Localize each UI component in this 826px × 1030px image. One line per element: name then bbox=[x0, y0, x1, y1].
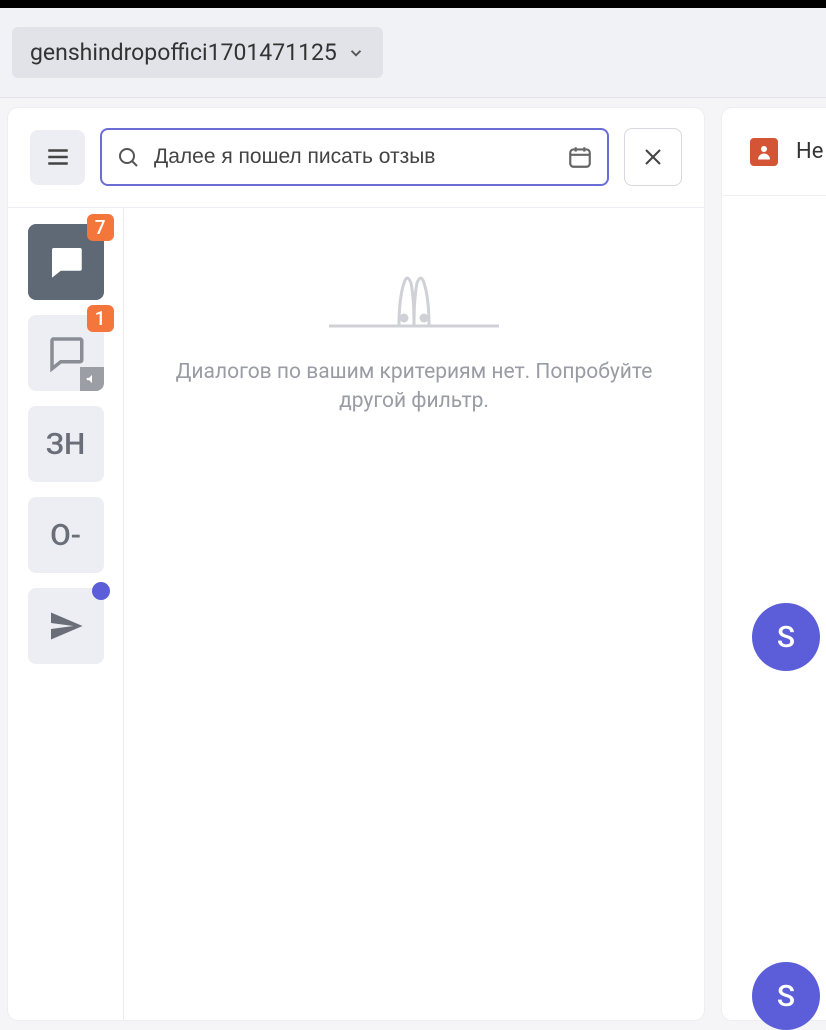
main-area: 7 1 ЗН О- bbox=[0, 98, 826, 1030]
avatar-letter: S bbox=[777, 620, 795, 655]
empty-message: Диалогов по вашим критериям нет. Попробу… bbox=[154, 358, 674, 417]
sidebar: 7 1 ЗН О- bbox=[8, 208, 124, 1020]
rabbit-illustration bbox=[329, 268, 499, 328]
hamburger-icon bbox=[45, 144, 71, 170]
panel-left: 7 1 ЗН О- bbox=[8, 108, 704, 1020]
content-row: 7 1 ЗН О- bbox=[8, 207, 704, 1020]
nav-send[interactable] bbox=[28, 588, 104, 664]
close-button[interactable] bbox=[624, 128, 682, 186]
dot-badge bbox=[92, 582, 110, 600]
header-bar: genshindropoffici1701471125 bbox=[0, 8, 826, 98]
empty-state: Диалогов по вашим критериям нет. Попробу… bbox=[124, 208, 704, 1020]
calendar-icon[interactable] bbox=[567, 144, 593, 170]
close-icon bbox=[641, 145, 665, 169]
account-name: genshindropoffici1701471125 bbox=[30, 39, 337, 66]
chevron-down-icon bbox=[347, 44, 365, 62]
nav-badge: 7 bbox=[87, 214, 114, 241]
avatar-letter: S bbox=[777, 979, 795, 1014]
right-header: Не bbox=[722, 108, 826, 196]
search-box bbox=[100, 128, 609, 186]
nav-label: О- bbox=[50, 518, 81, 553]
chat-bubble-icon bbox=[45, 241, 87, 283]
menu-button[interactable] bbox=[30, 130, 85, 185]
search-input[interactable] bbox=[154, 145, 553, 169]
nav-chats-muted[interactable]: 1 bbox=[28, 315, 104, 391]
nav-o[interactable]: О- bbox=[28, 497, 104, 573]
paper-plane-icon bbox=[48, 608, 84, 644]
floating-avatar-1[interactable]: S bbox=[752, 603, 820, 671]
search-row bbox=[8, 108, 704, 207]
right-title: Не bbox=[796, 139, 823, 164]
nav-badge: 1 bbox=[87, 305, 114, 332]
top-bar bbox=[0, 0, 826, 8]
panel-right: Не S S bbox=[722, 108, 826, 1020]
floating-avatar-2[interactable]: S bbox=[752, 962, 820, 1030]
mute-corner-icon bbox=[80, 367, 104, 391]
search-icon bbox=[116, 145, 140, 169]
nav-chats-active[interactable]: 7 bbox=[28, 224, 104, 300]
person-icon bbox=[750, 138, 778, 166]
account-dropdown[interactable]: genshindropoffici1701471125 bbox=[12, 27, 383, 78]
nav-zn[interactable]: ЗН bbox=[28, 406, 104, 482]
nav-label: ЗН bbox=[46, 427, 86, 462]
